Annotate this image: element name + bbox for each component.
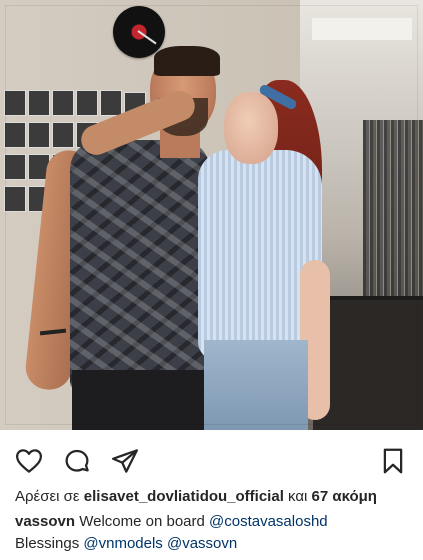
likes-others-link[interactable]: 67 ακόμη [312,488,377,505]
post-photo[interactable] [0,0,423,430]
paper-plane-icon[interactable] [110,446,140,476]
caption-line-1: vassovn Welcome on board @costavasaloshd [15,512,415,532]
caption-mention-link[interactable]: @costavasaloshd [209,513,328,530]
caption-mention-link[interactable]: @vnmodels [83,535,162,552]
caption-mention-link[interactable]: @vassovn [167,535,237,552]
likes-prefix: Αρέσει σε [15,488,80,505]
photo-frame [5,5,418,425]
likes-connector: και [288,488,308,505]
post-action-bar [0,438,423,482]
caption-line-2: Blessings @vnmodels @vassovn [15,534,415,554]
likes-summary: Αρέσει σε elisavet_dovliatidou_official … [15,487,415,507]
bookmark-icon[interactable] [378,446,408,476]
comment-bubble-icon[interactable] [62,446,92,476]
caption-text-2: Blessings [15,535,80,552]
heart-outline-icon[interactable] [14,446,44,476]
caption-username-link[interactable]: vassovn [15,513,75,530]
caption-text-1: Welcome on board [79,513,205,530]
likes-user-link[interactable]: elisavet_dovliatidou_official [84,488,284,505]
